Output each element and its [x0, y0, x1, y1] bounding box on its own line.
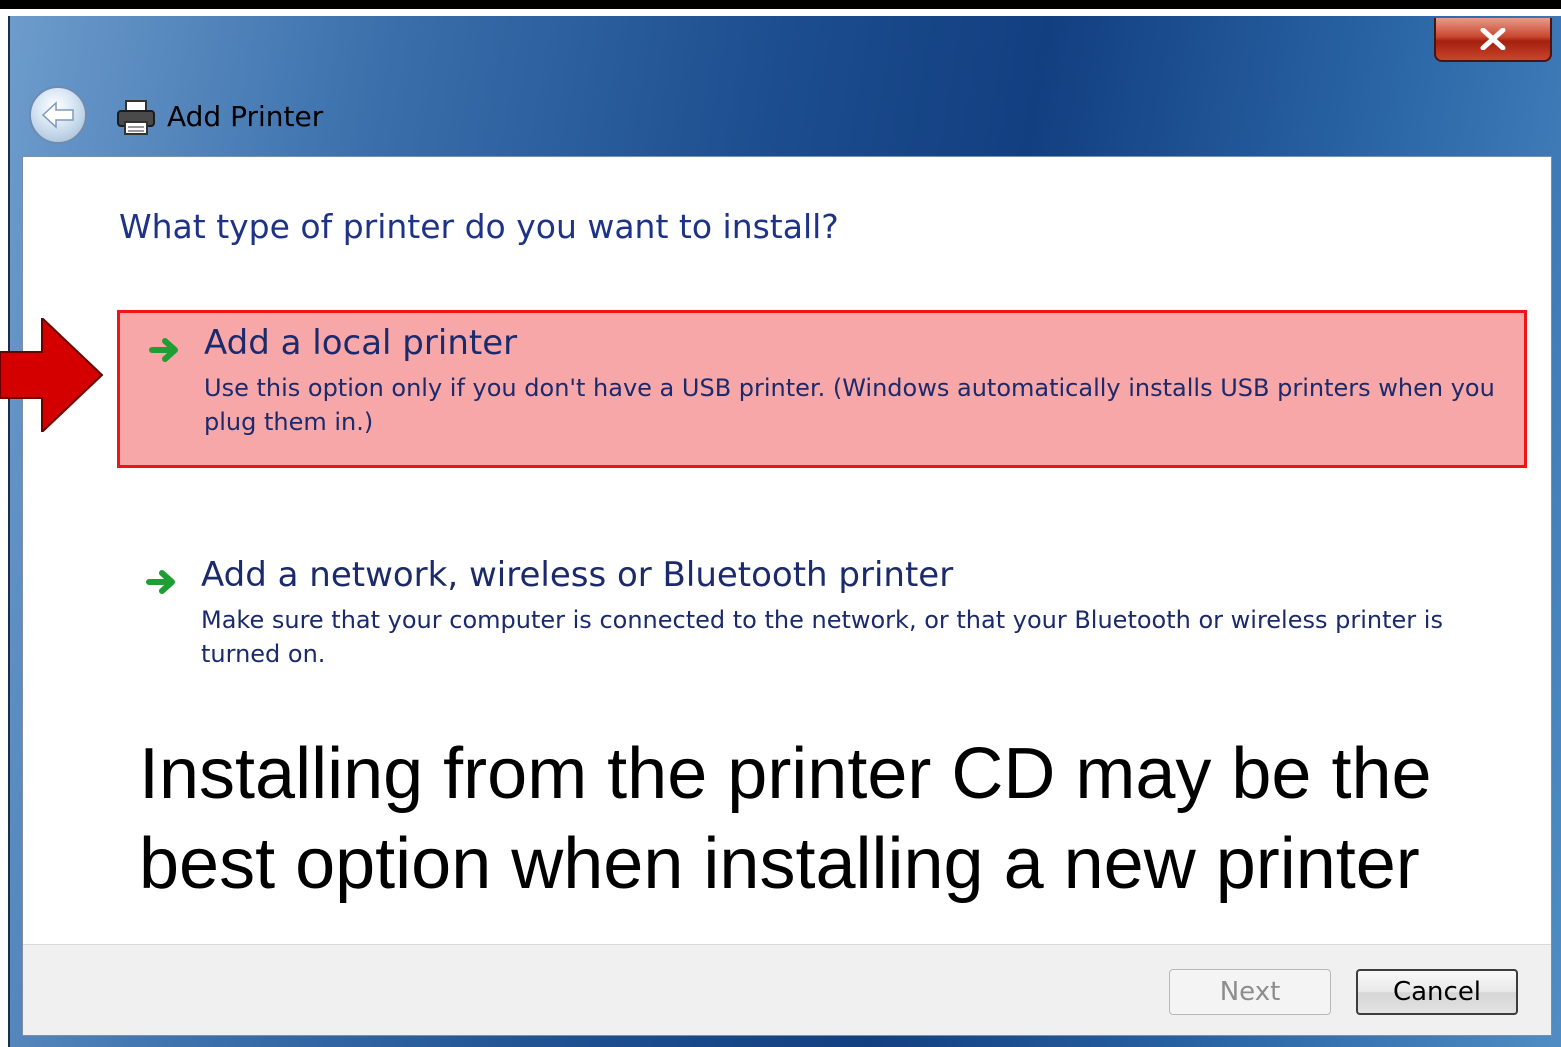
- add-local-printer-option[interactable]: Add a local printer Use this option only…: [117, 310, 1527, 468]
- top-rule: [0, 0, 1561, 9]
- close-icon: [1480, 28, 1506, 50]
- button-bar: Next Cancel: [23, 944, 1551, 1035]
- add-network-printer-option[interactable]: Add a network, wireless or Bluetooth pri…: [117, 545, 1527, 675]
- cancel-button[interactable]: Cancel: [1356, 969, 1518, 1015]
- option-description: Make sure that your computer is connecte…: [201, 606, 1443, 668]
- page-heading: What type of printer do you want to inst…: [119, 207, 839, 246]
- close-button[interactable]: [1434, 18, 1552, 62]
- window-title: Add Printer: [167, 100, 324, 133]
- option-title: Add a network, wireless or Bluetooth pri…: [201, 555, 954, 595]
- annotation-note: Installing from the printer CD may be th…: [139, 734, 1432, 904]
- green-right-arrow-icon: [146, 570, 175, 594]
- back-button[interactable]: [29, 86, 87, 144]
- wizard-content: What type of printer do you want to inst…: [22, 156, 1552, 1036]
- add-printer-window: Add Printer What type of printer do you …: [8, 16, 1561, 1047]
- printer-icon: [117, 100, 155, 135]
- green-right-arrow-icon: [149, 338, 178, 362]
- next-button[interactable]: Next: [1169, 969, 1331, 1015]
- option-description: Use this option only if you don't have a…: [204, 374, 1495, 436]
- back-arrow-icon: [41, 101, 74, 129]
- red-pointer-arrow-icon: [0, 318, 104, 432]
- option-title: Add a local printer: [204, 323, 518, 363]
